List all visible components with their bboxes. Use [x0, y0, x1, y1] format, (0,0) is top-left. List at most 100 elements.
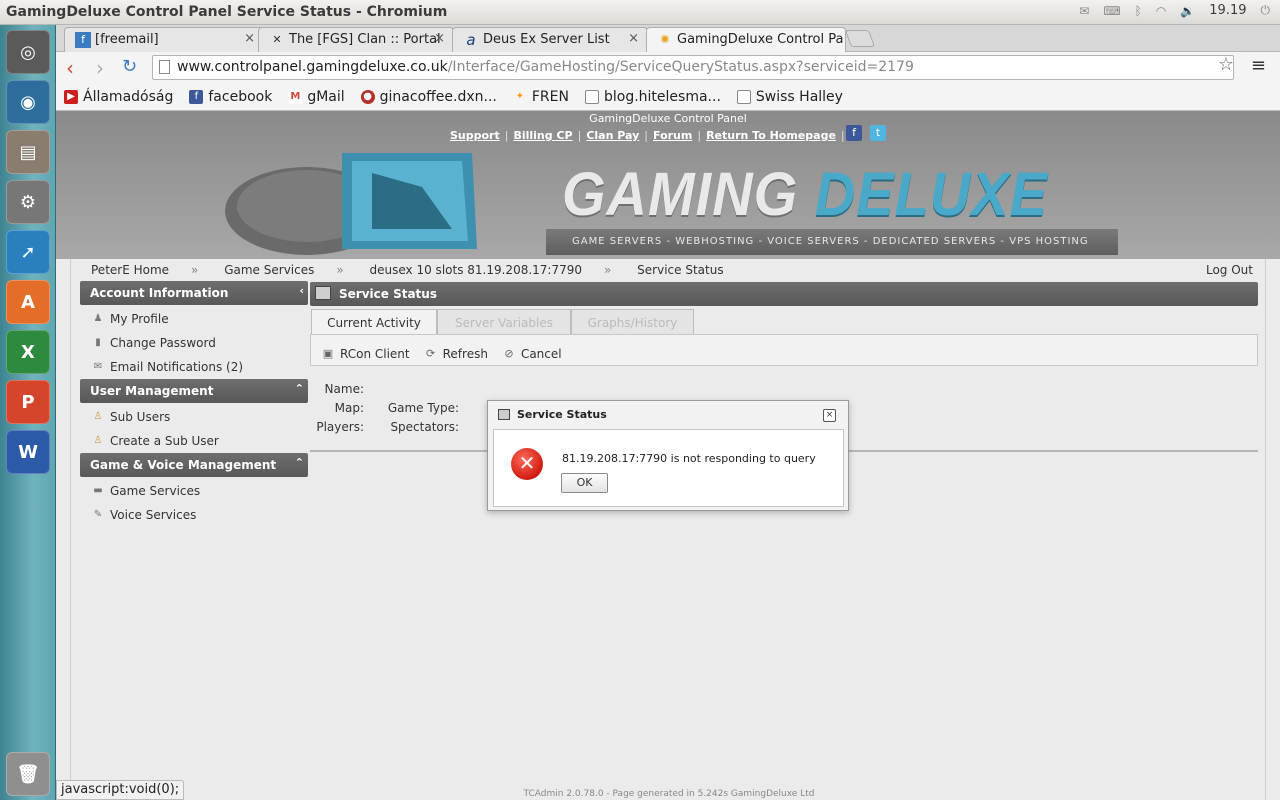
tab-server-variables[interactable]: Server Variables [437, 309, 571, 335]
browser-toolbar: ‹ › ↻ www.controlpanel.gamingdeluxe.co.u… [56, 52, 1280, 84]
chevron-up-icon[interactable]: ⌃ [295, 382, 304, 395]
ubuntu-logo-icon[interactable]: ◎ [6, 30, 50, 74]
url-path: /Interface/GameHosting/ServiceQueryStatu… [447, 59, 914, 75]
new-tab-button[interactable] [844, 30, 876, 47]
address-bar[interactable]: www.controlpanel.gamingdeluxe.co.uk/Inte… [152, 55, 1234, 80]
mail-icon[interactable]: ✉ [1079, 4, 1089, 18]
logo-text: GAMING DELUXE [562, 158, 1048, 229]
presentation-icon[interactable]: P [6, 380, 50, 424]
crumb-home[interactable]: PeterE Home [91, 263, 169, 277]
bookmark-star-icon[interactable]: ☆ [1218, 54, 1234, 75]
sidebar-item-change-password[interactable]: ▮ Change Password [91, 336, 216, 350]
chevron-up-icon[interactable]: ⌃ [295, 456, 304, 469]
sidebar-item-my-profile[interactable]: ♟ My Profile [91, 312, 169, 326]
coffee-icon: ● [360, 90, 375, 104]
billing-cp-link[interactable]: Billing CP [513, 129, 572, 142]
menu-icon[interactable]: ≡ [1251, 55, 1266, 76]
sidebar-item-sub-users[interactable]: ♙ Sub Users [91, 410, 171, 424]
support-link[interactable]: Support [450, 129, 500, 142]
close-icon[interactable]: × [244, 31, 255, 46]
page-icon [159, 60, 170, 74]
fgs-favicon: ✕ [272, 33, 282, 46]
sidebar-item-game-services[interactable]: ▬ Game Services [91, 484, 200, 498]
facebook-icon[interactable]: f [846, 125, 862, 141]
bookmark-gmail[interactable]: MgMail [288, 87, 345, 107]
writer-icon[interactable]: W [6, 430, 50, 474]
ok-button[interactable]: OK [561, 473, 608, 493]
tab-deusex-server-list[interactable]: a Deus Ex Server List × [452, 27, 648, 52]
gamingdeluxe-favicon: ✺ [660, 33, 670, 46]
microphone-icon: ✎ [93, 509, 103, 520]
power-icon[interactable]: ⏻ [1261, 3, 1271, 18]
sidebar-item-voice-services[interactable]: ✎ Voice Services [91, 508, 197, 522]
twitter-icon[interactable]: t [870, 125, 886, 141]
terminal-icon: ▣ [322, 347, 334, 360]
bookmarks-bar: ▶ Államadóság f facebook MgMail ● ginacoffe… [56, 84, 1280, 111]
bookmark-facebook[interactable]: f facebook [189, 87, 272, 107]
fren-icon: ✦ [512, 90, 527, 104]
settings-icon[interactable]: ⚙ [6, 180, 50, 224]
main-panel-header: Service Status [310, 282, 1258, 306]
bluetooth-icon[interactable]: ᛒ [1135, 4, 1142, 18]
forum-link[interactable]: Forum [653, 129, 692, 142]
software-center-icon[interactable]: A [6, 280, 50, 324]
cancel-icon: ⊘ [504, 347, 514, 360]
cursor-app-icon[interactable]: ➚ [6, 230, 50, 274]
clock[interactable]: 19.19 [1209, 3, 1246, 18]
reload-icon[interactable]: ↻ [122, 56, 137, 77]
close-icon[interactable]: × [434, 31, 445, 46]
close-icon[interactable]: × [823, 409, 836, 422]
gmail-icon: M [288, 90, 303, 104]
bookmark-blog[interactable]: blog.hitelesma... [584, 87, 721, 107]
volume-icon[interactable]: 🔉 [1180, 4, 1195, 18]
refresh-button[interactable]: ⟳ Refresh [424, 343, 488, 365]
crumb-game-services[interactable]: Game Services [224, 263, 314, 277]
dialog-title[interactable]: Service Status [488, 401, 848, 427]
sidebar-section-user-management[interactable]: User Management ⌃ [80, 379, 308, 403]
logout-link[interactable]: Log Out [1206, 263, 1253, 277]
close-icon[interactable]: × [628, 31, 639, 46]
logo-graphic [225, 153, 477, 255]
mail-icon: ✉ [93, 361, 103, 372]
files-icon[interactable]: ▤ [6, 130, 50, 174]
bookmark-allamadossag[interactable]: ▶ Államadóság [64, 87, 173, 107]
crumb-service-status: Service Status [637, 263, 724, 277]
tab-current-activity[interactable]: Current Activity [311, 309, 437, 335]
tab-fgs-portal[interactable]: ✕ The [FGS] Clan :: Portal × [258, 27, 454, 52]
dialog-message: 81.19.208.17:7790 is not responding to q… [562, 452, 816, 465]
bookmark-ginacoffee[interactable]: ● ginacoffee.dxn... [360, 87, 497, 107]
os-top-bar: GamingDeluxe Control Panel Service Statu… [0, 0, 1280, 25]
clan-pay-link[interactable]: Clan Pay [586, 129, 639, 142]
bookmark-label: ginacoffee.dxn... [379, 89, 497, 105]
crumb-service[interactable]: deusex 10 slots 81.19.208.17:7790 [370, 263, 582, 277]
freemail-favicon: f [75, 32, 91, 48]
sidebar-section-account[interactable]: Account Information ‹ [80, 281, 308, 305]
sidebar-item-create-sub-user[interactable]: ♙ Create a Sub User [91, 434, 219, 448]
name-label: Name: [324, 382, 364, 396]
deusex-favicon: a [466, 31, 476, 49]
bookmark-swiss-halley[interactable]: Swiss Halley [736, 87, 843, 107]
rcon-client-button[interactable]: ▣ RCon Client [321, 343, 410, 365]
chromium-icon[interactable]: ◉ [6, 80, 50, 124]
service-status-dialog: Service Status × ✕ 81.19.208.17:7790 is … [487, 400, 849, 511]
bookmark-fren[interactable]: ✦ FREN [512, 87, 569, 107]
tab-gamingdeluxe[interactable]: ✺ GamingDeluxe Control Pa [646, 27, 846, 52]
bookmark-label: blog.hitelesma... [603, 89, 721, 105]
keyboard-icon[interactable]: ⌨ [1103, 4, 1120, 18]
cancel-button[interactable]: ⊘ Cancel [502, 343, 561, 365]
forward-icon[interactable]: › [96, 56, 104, 80]
wifi-icon[interactable]: ◠ [1156, 4, 1166, 18]
tab-label: The [FGS] Clan :: Portal [289, 32, 441, 47]
tab-freemail[interactable]: f [freemail] × [64, 27, 264, 52]
back-icon[interactable]: ‹ [66, 56, 74, 80]
page-icon [584, 90, 599, 104]
return-to-homepage-link[interactable]: Return To Homepage [706, 129, 836, 142]
spreadsheet-icon[interactable]: X [6, 330, 50, 374]
lock-icon: ▮ [95, 337, 101, 348]
tab-graphs-history[interactable]: Graphs/History [571, 309, 694, 335]
chevron-left-icon[interactable]: ‹ [299, 284, 304, 297]
sidebar-item-email-notifications[interactable]: ✉ Email Notifications (2) [91, 360, 243, 374]
action-bar: ▣ RCon Client ⟳ Refresh ⊘ Cancel [310, 334, 1258, 366]
trash-icon[interactable]: 🗑 [6, 752, 50, 796]
sidebar-section-game-voice[interactable]: Game & Voice Management ⌃ [80, 453, 308, 477]
